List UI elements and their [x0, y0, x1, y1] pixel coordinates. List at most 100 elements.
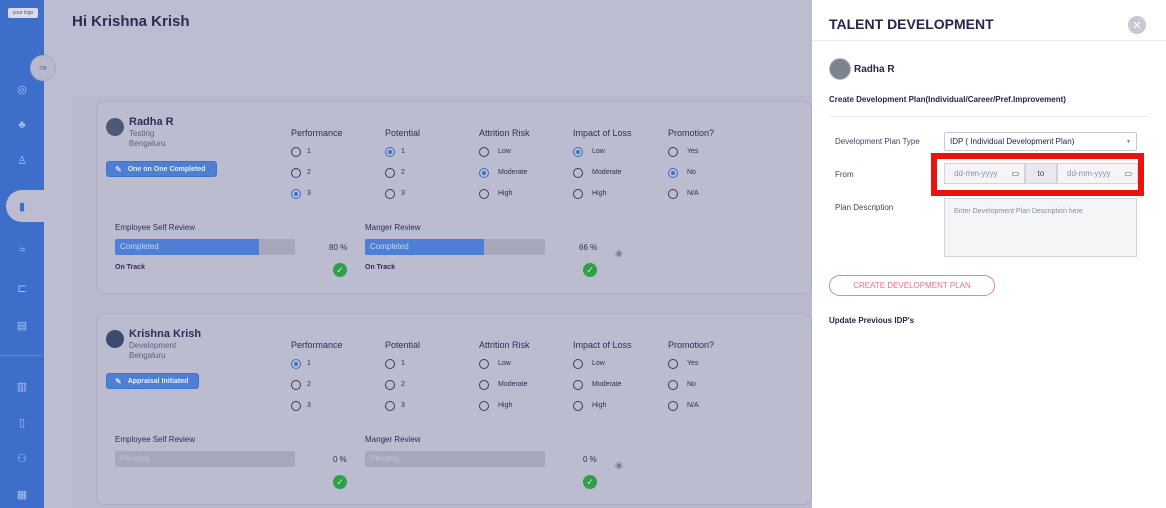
- chart-icon[interactable]: ▥: [14, 379, 30, 393]
- pencil-icon: ✎: [115, 376, 122, 386]
- avatar: [106, 330, 124, 348]
- employee-role: Testing: [129, 129, 155, 138]
- radio-label: No: [687, 381, 696, 388]
- plan-type-select[interactable]: IDP ( Individual Development Plan) ▼: [944, 132, 1137, 151]
- radio-performance-1[interactable]: [291, 147, 301, 157]
- employee-name: Radha R: [129, 116, 174, 128]
- radio-impact-moderate[interactable]: [573, 380, 583, 390]
- app-logo: your logo: [8, 8, 38, 18]
- radio-label: 1: [401, 360, 405, 367]
- hierarchy-icon[interactable]: ⊏: [14, 281, 30, 295]
- status-button[interactable]: ✎ One on One Completed: [106, 161, 217, 177]
- close-icon[interactable]: ✕: [1128, 16, 1146, 34]
- column-header-attrition: Attrition Risk: [479, 340, 530, 350]
- radio-label: N/A: [687, 190, 699, 197]
- check-circle-icon: ✓: [583, 263, 597, 277]
- radio-performance-2[interactable]: [291, 168, 301, 178]
- radio-promotion-yes[interactable]: [668, 147, 678, 157]
- progress-label: Pending: [120, 454, 150, 463]
- manager-review-track: On Track: [365, 264, 395, 271]
- status-label: Appraisal Initiated: [127, 377, 189, 385]
- report-icon[interactable]: ▦: [14, 487, 30, 501]
- radio-attrition-moderate[interactable]: [479, 168, 489, 178]
- radio-performance-3[interactable]: [291, 189, 301, 199]
- radio-attrition-high[interactable]: [479, 401, 489, 411]
- progress-label: Pending: [370, 454, 400, 463]
- radio-label: Moderate: [592, 169, 622, 176]
- radio-label: Low: [592, 360, 605, 367]
- column-header-promotion: Promotion?: [668, 128, 715, 138]
- radio-label: Yes: [687, 148, 699, 155]
- chevron-down-icon: ▼: [1126, 139, 1131, 145]
- check-circle-icon: ✓: [583, 475, 597, 489]
- column-header-attrition: Attrition Risk: [479, 128, 530, 138]
- check-circle-icon: ✓: [333, 263, 347, 277]
- radio-label: N/A: [687, 402, 699, 409]
- radio-promotion-yes[interactable]: [668, 359, 678, 369]
- radio-potential-3[interactable]: [385, 189, 395, 199]
- radio-potential-2[interactable]: [385, 168, 395, 178]
- radio-impact-low[interactable]: [573, 359, 583, 369]
- radio-attrition-low[interactable]: [479, 147, 489, 157]
- radio-potential-1[interactable]: [385, 147, 395, 157]
- radio-promotion-no[interactable]: [668, 168, 678, 178]
- radio-promotion-na[interactable]: [668, 401, 678, 411]
- radio-label: High: [498, 190, 513, 197]
- person-icon[interactable]: ♙: [14, 153, 30, 167]
- radio-label: 3: [401, 402, 405, 409]
- sidebar-item-active[interactable]: ▮: [6, 190, 46, 222]
- radio-label: 3: [307, 402, 311, 409]
- radio-impact-high[interactable]: [573, 401, 583, 411]
- radio-performance-2[interactable]: [291, 380, 301, 390]
- radio-performance-3[interactable]: [291, 401, 301, 411]
- book-icon[interactable]: ▯: [14, 415, 30, 429]
- target-icon[interactable]: ◎: [14, 82, 30, 96]
- eye-icon[interactable]: ◉: [615, 248, 623, 259]
- column-header-performance: Performance: [291, 340, 343, 350]
- sidebar-collapse-button[interactable]: ⇛: [30, 55, 56, 81]
- manager-review-progress-bar: Completed: [365, 239, 545, 255]
- radio-attrition-moderate[interactable]: [479, 380, 489, 390]
- manager-review-percent: 66 %: [579, 243, 598, 252]
- self-review-heading: Employee Self Review: [115, 435, 196, 444]
- radio-potential-3[interactable]: [385, 401, 395, 411]
- radio-label: 2: [401, 169, 405, 176]
- plan-description-placeholder: Enter Development Plan Description here: [954, 208, 1083, 215]
- status-button[interactable]: ✎ Appraisal Initiated: [106, 373, 200, 389]
- manager-review-percent: 0 %: [583, 455, 597, 464]
- column-header-potential: Potential: [385, 128, 421, 138]
- progress-label: Completed: [370, 242, 409, 251]
- eye-icon[interactable]: ◉: [615, 460, 623, 471]
- create-development-plan-button[interactable]: CREATE DEVELOPMENT PLAN: [829, 275, 995, 296]
- plan-description-input[interactable]: Enter Development Plan Description here: [944, 198, 1137, 257]
- radio-label: Moderate: [592, 381, 622, 388]
- team-icon[interactable]: ♣: [14, 118, 30, 132]
- sidebar-divider: [0, 355, 44, 356]
- progress-label: Completed: [120, 242, 159, 251]
- plan-type-value: IDP ( Individual Development Plan): [950, 137, 1075, 146]
- page-title: Hi Krishna Krish: [72, 13, 190, 30]
- divider: [812, 40, 1166, 41]
- handshake-icon[interactable]: ≈: [14, 243, 30, 257]
- radio-potential-2[interactable]: [385, 380, 395, 390]
- radio-attrition-low[interactable]: [479, 359, 489, 369]
- radio-impact-low[interactable]: [573, 147, 583, 157]
- radio-label: 3: [307, 190, 311, 197]
- radio-potential-1[interactable]: [385, 359, 395, 369]
- radio-impact-high[interactable]: [573, 189, 583, 199]
- radio-performance-1[interactable]: [291, 359, 301, 369]
- manager-review-heading: Manger Review: [365, 435, 421, 444]
- document-icon[interactable]: ▤: [14, 318, 30, 332]
- update-previous-idp-link[interactable]: Update Previous IDP's: [829, 316, 914, 325]
- radio-impact-moderate[interactable]: [573, 168, 583, 178]
- employee-name: Krishna Krish: [129, 328, 202, 340]
- radio-promotion-no[interactable]: [668, 380, 678, 390]
- self-review-track: On Track: [115, 264, 145, 271]
- radio-label: 1: [401, 148, 405, 155]
- radio-label: 1: [307, 360, 311, 367]
- radio-label: High: [498, 402, 513, 409]
- radio-attrition-high[interactable]: [479, 189, 489, 199]
- employee-city: Bengaluru: [129, 139, 166, 148]
- group-icon[interactable]: ⚇: [14, 451, 30, 465]
- radio-promotion-na[interactable]: [668, 189, 678, 199]
